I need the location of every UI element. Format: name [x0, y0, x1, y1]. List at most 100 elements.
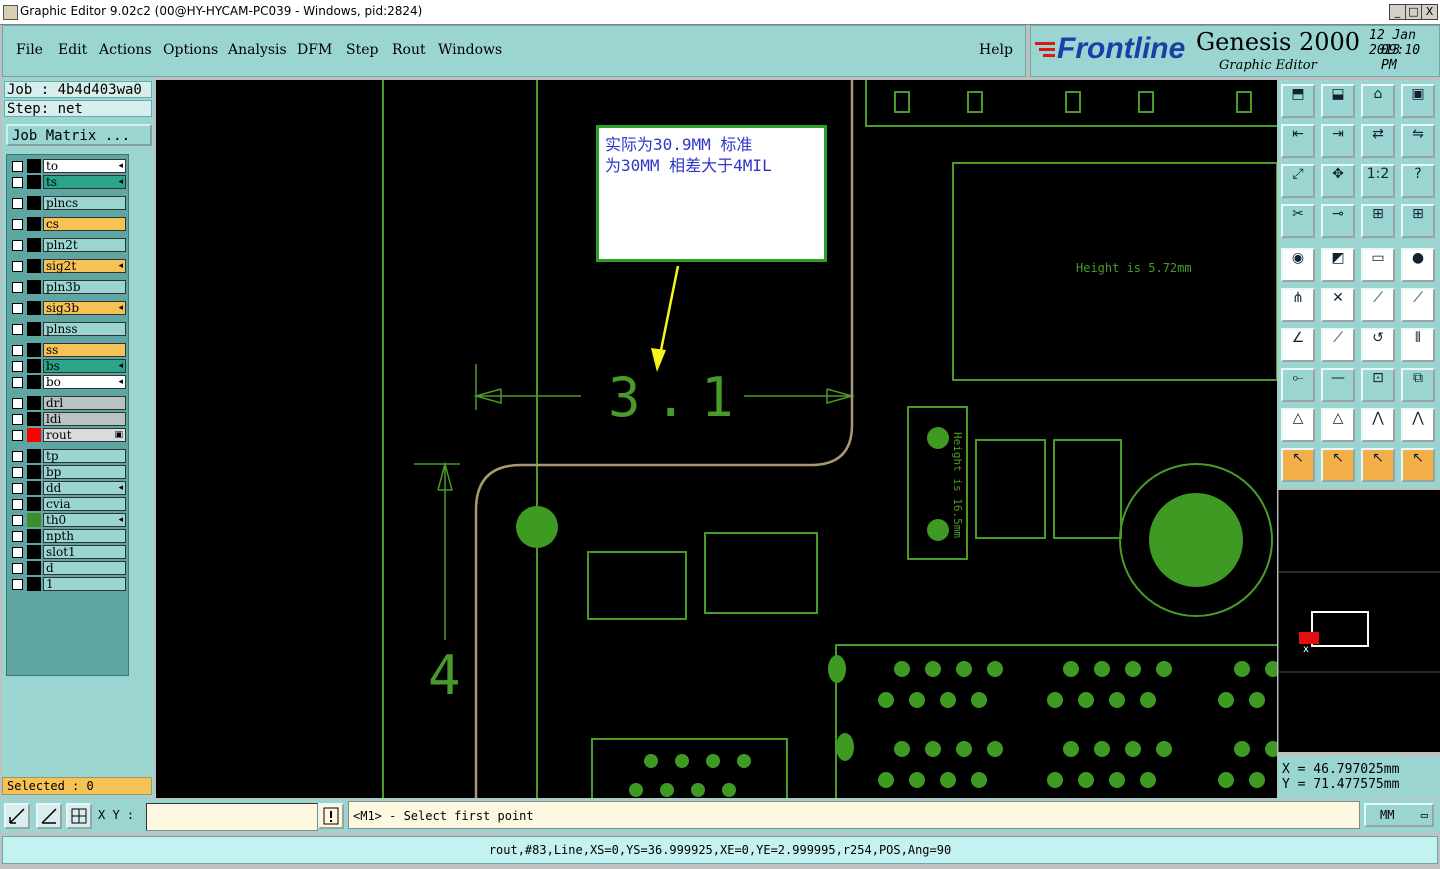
layer-row-pln2t[interactable]: pln2t	[10, 238, 126, 252]
measure-icon[interactable]: ✂	[1281, 204, 1315, 238]
layer-checkbox[interactable]	[12, 361, 23, 372]
layer-checkbox[interactable]	[12, 345, 23, 356]
layer-name[interactable]: bs ◂	[43, 359, 126, 373]
layer-color-swatch[interactable]	[27, 196, 41, 210]
circle-icon[interactable]: ●	[1401, 248, 1435, 282]
overview-map[interactable]: x	[1278, 490, 1440, 752]
mirror-icon[interactable]: ⇄	[1361, 124, 1395, 158]
help-icon[interactable]: ?	[1401, 164, 1435, 198]
layer-color-swatch[interactable]	[27, 280, 41, 294]
layer-name[interactable]: plncs	[43, 196, 126, 210]
group-icon[interactable]: ⧉	[1401, 368, 1435, 402]
layer-checkbox[interactable]	[12, 515, 23, 526]
slot-icon[interactable]: —	[1321, 368, 1355, 402]
arch-icon[interactable]: ⋀	[1361, 408, 1395, 442]
menu-actions[interactable]: Actions	[99, 42, 152, 58]
layer-row-cs[interactable]: cs	[10, 217, 126, 231]
snap-icon[interactable]: ⇋	[1401, 124, 1435, 158]
ruler-icon[interactable]: ▭	[1361, 248, 1395, 282]
layer-color-swatch[interactable]	[27, 412, 41, 426]
layer-row-bp[interactable]: bp	[10, 465, 126, 479]
layer-checkbox[interactable]	[12, 579, 23, 590]
select-path-icon[interactable]: ↖	[1401, 448, 1435, 482]
layer-name[interactable]: tp	[43, 449, 126, 463]
layer-checkbox[interactable]	[12, 177, 23, 188]
layer-row-th0[interactable]: th0 ◂	[10, 513, 126, 527]
add-line2-icon[interactable]: ⟋	[1401, 288, 1435, 322]
select-box-icon[interactable]: ↖	[1321, 448, 1355, 482]
layer-row-1[interactable]: 1	[10, 577, 126, 591]
menu-analysis[interactable]: Analysis	[228, 42, 287, 58]
layer-checkbox[interactable]	[12, 499, 23, 510]
layer-row-dd[interactable]: dd ◂	[10, 481, 126, 495]
layer-row-ldi[interactable]: ldi	[10, 412, 126, 426]
layer-checkbox[interactable]	[12, 303, 23, 314]
layer-row-tp[interactable]: tp	[10, 449, 126, 463]
layer-color-swatch[interactable]	[27, 481, 41, 495]
layer-checkbox[interactable]	[12, 414, 23, 425]
menu-windows[interactable]: Windows	[438, 42, 502, 58]
zoom-area-icon[interactable]	[4, 803, 30, 829]
layer-name[interactable]: npth	[43, 529, 126, 543]
layer-name[interactable]: ts ◂	[43, 175, 126, 189]
layer-name[interactable]: to ◂	[43, 159, 126, 173]
layer-row-d[interactable]: d	[10, 561, 126, 575]
pointer-icon[interactable]: ↖	[1281, 448, 1315, 482]
layer-color-swatch[interactable]	[27, 301, 41, 315]
feature-icon[interactable]: ⫴	[1401, 328, 1435, 362]
add-pad-icon[interactable]: ◉	[1281, 248, 1315, 282]
xy-input[interactable]	[146, 803, 318, 831]
zoom-prev-icon[interactable]: ⇤	[1281, 124, 1315, 158]
layer-row-cvia[interactable]: cvia	[10, 497, 126, 511]
menu-file[interactable]: File	[16, 42, 43, 58]
layer-checkbox[interactable]	[12, 261, 23, 272]
layer-color-swatch[interactable]	[27, 217, 41, 231]
angle-icon[interactable]: ∠	[1281, 328, 1315, 362]
layer-row-bo[interactable]: bo ◂	[10, 375, 126, 389]
layer-color-swatch[interactable]	[27, 561, 41, 575]
units-selector[interactable]: MM ▭	[1364, 803, 1434, 827]
layer-name[interactable]: slot1	[43, 545, 126, 559]
layer-checkbox[interactable]	[12, 531, 23, 542]
scale-1-2-icon[interactable]: 1:2	[1361, 164, 1395, 198]
layer-name[interactable]: sig2t ◂	[43, 259, 126, 273]
save-icon[interactable]: ⬓	[1321, 84, 1355, 118]
layer-color-swatch[interactable]	[27, 545, 41, 559]
window-icon[interactable]: ▣	[1401, 84, 1435, 118]
layer-color-swatch[interactable]	[27, 322, 41, 336]
layer-color-swatch[interactable]	[27, 513, 41, 527]
layer-row-to[interactable]: to ◂	[10, 159, 126, 173]
layer-checkbox[interactable]	[12, 398, 23, 409]
layer-name[interactable]: bo ◂	[43, 375, 126, 389]
alert-icon[interactable]	[318, 803, 344, 829]
layer-row-sig2t[interactable]: sig2t ◂	[10, 259, 126, 273]
layer-checkbox[interactable]	[12, 377, 23, 388]
maximize-button[interactable]: □	[1405, 4, 1422, 20]
layer-row-plncs[interactable]: plncs	[10, 196, 126, 210]
layer-name[interactable]: plnss	[43, 322, 126, 336]
triangle2-icon[interactable]: △	[1321, 408, 1355, 442]
select-circle-icon[interactable]: ↖	[1361, 448, 1395, 482]
layer-checkbox[interactable]	[12, 240, 23, 251]
net-red-icon[interactable]: ⊞	[1361, 204, 1395, 238]
layer-checkbox[interactable]	[12, 324, 23, 335]
layer-row-rout[interactable]: rout ▣	[10, 428, 126, 442]
layer-name[interactable]: pln3b	[43, 280, 126, 294]
layer-color-swatch[interactable]	[27, 259, 41, 273]
grid-icon[interactable]	[66, 803, 92, 829]
layer-color-swatch[interactable]	[27, 465, 41, 479]
line-icon[interactable]: ⟋	[1321, 328, 1355, 362]
menu-rout[interactable]: Rout	[392, 42, 426, 58]
home-icon[interactable]: ⌂	[1361, 84, 1395, 118]
layer-checkbox[interactable]	[12, 451, 23, 462]
layer-color-swatch[interactable]	[27, 577, 41, 591]
graphic-canvas[interactable]: 3.1 4 Height is 5.72mm Height is 16.5mm …	[156, 80, 1277, 798]
layer-row-pln3b[interactable]: pln3b	[10, 280, 126, 294]
layer-row-drl[interactable]: drl	[10, 396, 126, 410]
measure-tool-icon[interactable]	[36, 803, 62, 829]
layer-name[interactable]: bp	[43, 465, 126, 479]
layer-name[interactable]: sig3b ◂	[43, 301, 126, 315]
layer-name[interactable]: pln2t	[43, 238, 126, 252]
menu-step[interactable]: Step	[346, 42, 378, 58]
add-surface-icon[interactable]: ◩	[1321, 248, 1355, 282]
